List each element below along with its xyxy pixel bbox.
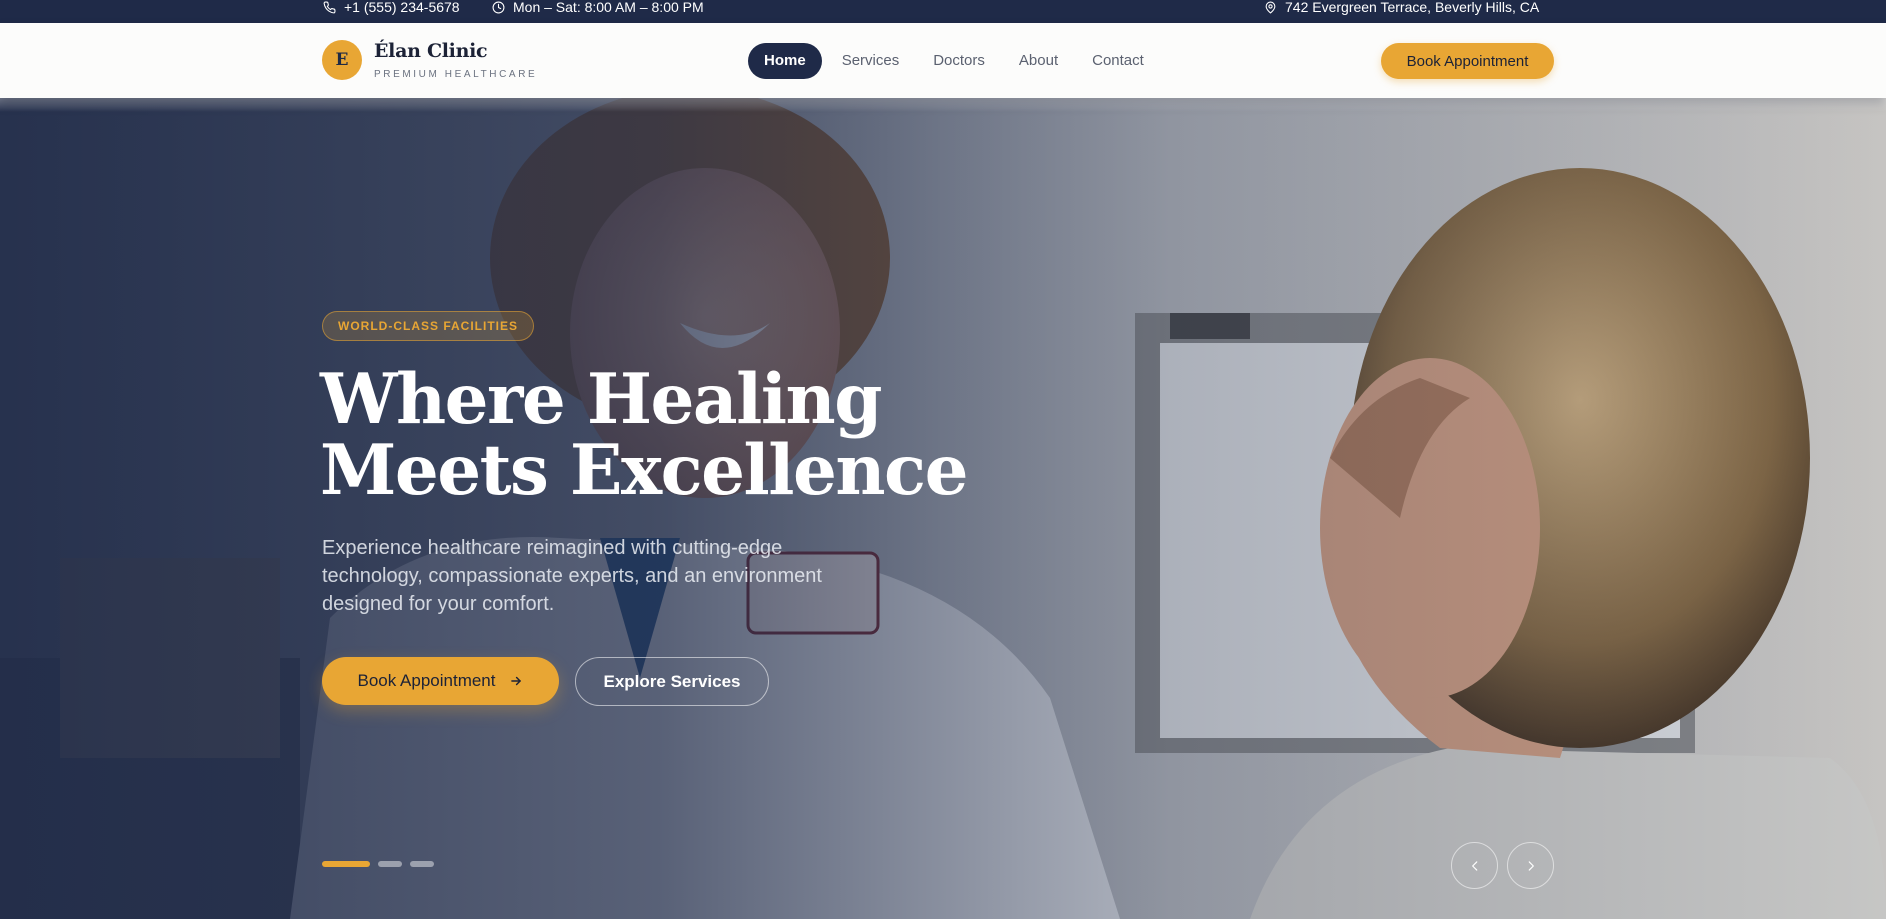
clock-icon xyxy=(492,1,505,13)
slide-indicators xyxy=(322,861,434,867)
nav-about[interactable]: About xyxy=(1002,43,1075,79)
hero-description: Experience healthcare reimagined with cu… xyxy=(322,537,822,615)
hero-title-line-1: Where Healing xyxy=(320,359,882,440)
explore-services-button[interactable]: Explore Services xyxy=(575,657,769,706)
phone-number: +1 (555) 234-5678 xyxy=(344,0,460,15)
main-nav: Home Services Doctors About Contact xyxy=(748,43,1161,79)
nav-services[interactable]: Services xyxy=(825,43,917,79)
site-header: E Élan Clinic PREMIUM HEALTHCARE Home Se… xyxy=(0,23,1886,98)
arrow-right-icon xyxy=(511,676,522,686)
logo-mark[interactable]: E xyxy=(322,40,362,80)
hero-slider: WORLD-CLASS FACILITIES Where Healing Mee… xyxy=(0,98,1886,919)
hero-book-appointment-label: Book Appointment xyxy=(357,671,496,690)
hero-title: Where Healing Meets Excellence xyxy=(320,359,968,511)
brand-tagline: PREMIUM HEALTHCARE xyxy=(374,69,538,80)
top-info-bar: +1 (555) 234-5678 Mon – Sat: 8:00 AM – 8… xyxy=(0,0,1886,23)
slide-indicator-2[interactable] xyxy=(378,861,402,867)
hero-book-appointment-button[interactable]: Book Appointment xyxy=(322,657,559,705)
nav-contact[interactable]: Contact xyxy=(1075,43,1161,79)
hero-top-fade xyxy=(0,98,1886,112)
clinic-address[interactable]: 742 Evergreen Terrace, Beverly Hills, CA xyxy=(1264,0,1539,14)
nav-doctors[interactable]: Doctors xyxy=(916,43,1002,79)
address-text: 742 Evergreen Terrace, Beverly Hills, CA xyxy=(1285,0,1540,15)
nav-home[interactable]: Home xyxy=(748,43,822,79)
brand-name[interactable]: Élan Clinic xyxy=(374,40,488,62)
chevron-left-icon xyxy=(1471,860,1477,871)
hero-title-line-2: Meets Excellence xyxy=(320,430,968,511)
chevron-right-icon xyxy=(1528,860,1534,871)
map-pin-icon xyxy=(1265,1,1276,13)
header-book-appointment-button[interactable]: Book Appointment xyxy=(1381,43,1554,79)
slide-indicator-3[interactable] xyxy=(410,861,434,867)
phone-icon xyxy=(323,1,336,13)
slide-indicator-1[interactable] xyxy=(322,861,370,867)
opening-hours: Mon – Sat: 8:00 AM – 8:00 PM xyxy=(492,0,704,14)
next-slide-button[interactable] xyxy=(1507,842,1554,889)
previous-slide-button[interactable] xyxy=(1451,842,1498,889)
phone-contact[interactable]: +1 (555) 234-5678 xyxy=(323,0,460,14)
hero-badge: WORLD-CLASS FACILITIES xyxy=(322,311,534,341)
hours-text: Mon – Sat: 8:00 AM – 8:00 PM xyxy=(513,0,704,15)
